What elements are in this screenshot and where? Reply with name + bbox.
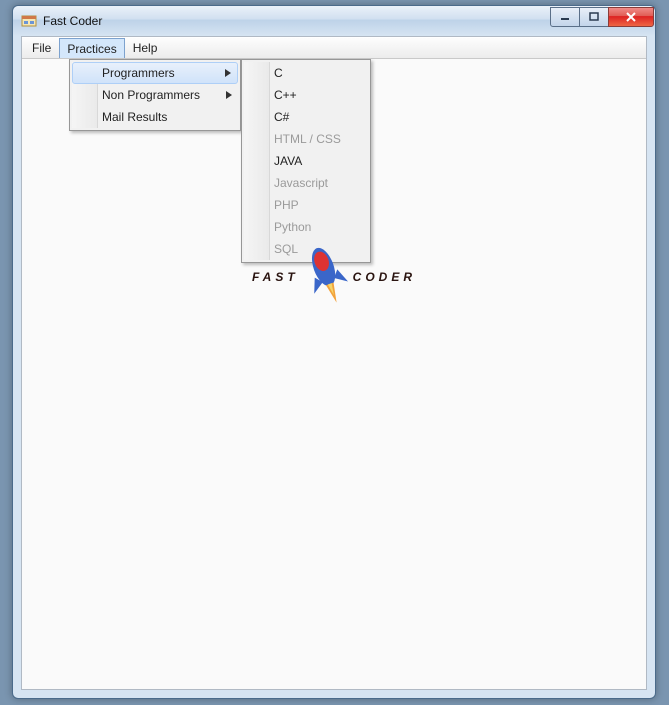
submenu-icon-strip xyxy=(244,62,270,260)
submenu-arrow-icon xyxy=(225,66,231,80)
maximize-icon xyxy=(589,12,599,22)
maximize-button[interactable] xyxy=(579,7,609,27)
menubar: File Practices Help xyxy=(22,37,646,59)
menuitem-label: Mail Results xyxy=(102,110,167,124)
minimize-icon xyxy=(560,12,570,22)
logo-right: CODER xyxy=(353,270,416,284)
window-controls xyxy=(551,7,654,27)
menuitem-mail-results[interactable]: Mail Results xyxy=(72,106,238,128)
client-area: File Practices Help Programmers Non Prog… xyxy=(21,36,647,690)
logo: FAST CODER xyxy=(74,270,594,284)
submenu-label: Python xyxy=(274,220,311,234)
menu-file[interactable]: File xyxy=(24,38,59,58)
submenu-arrow-icon xyxy=(226,88,232,102)
minimize-button[interactable] xyxy=(550,7,580,27)
menu-help[interactable]: Help xyxy=(125,38,166,58)
titlebar[interactable]: Fast Coder xyxy=(13,6,655,36)
app-window: Fast Coder File Practices Help Programme… xyxy=(12,5,656,699)
logo-left: FAST xyxy=(252,270,299,284)
programmers-submenu: C C++ C# HTML / CSS JAVA Javascript PHP … xyxy=(241,59,371,263)
menuitem-label: Programmers xyxy=(102,66,175,80)
menuitem-programmers[interactable]: Programmers xyxy=(72,62,238,84)
menuitem-non-programmers[interactable]: Non Programmers xyxy=(72,84,238,106)
submenu-label: PHP xyxy=(274,198,299,212)
submenu-label: C++ xyxy=(274,88,297,102)
submenu-label: HTML / CSS xyxy=(274,132,341,146)
menu-practices[interactable]: Practices xyxy=(59,38,124,58)
app-icon xyxy=(21,13,37,29)
window-title: Fast Coder xyxy=(43,14,102,28)
menuitem-label: Non Programmers xyxy=(102,88,200,102)
logo-text: FAST CODER xyxy=(74,270,594,284)
practices-dropdown: Programmers Non Programmers Mail Results xyxy=(69,59,241,131)
submenu-label: C# xyxy=(274,110,289,124)
submenu-label: JAVA xyxy=(274,154,302,168)
submenu-label: C xyxy=(274,66,283,80)
close-icon xyxy=(625,12,637,22)
submenu-label: Javascript xyxy=(274,176,328,190)
close-button[interactable] xyxy=(608,7,654,27)
